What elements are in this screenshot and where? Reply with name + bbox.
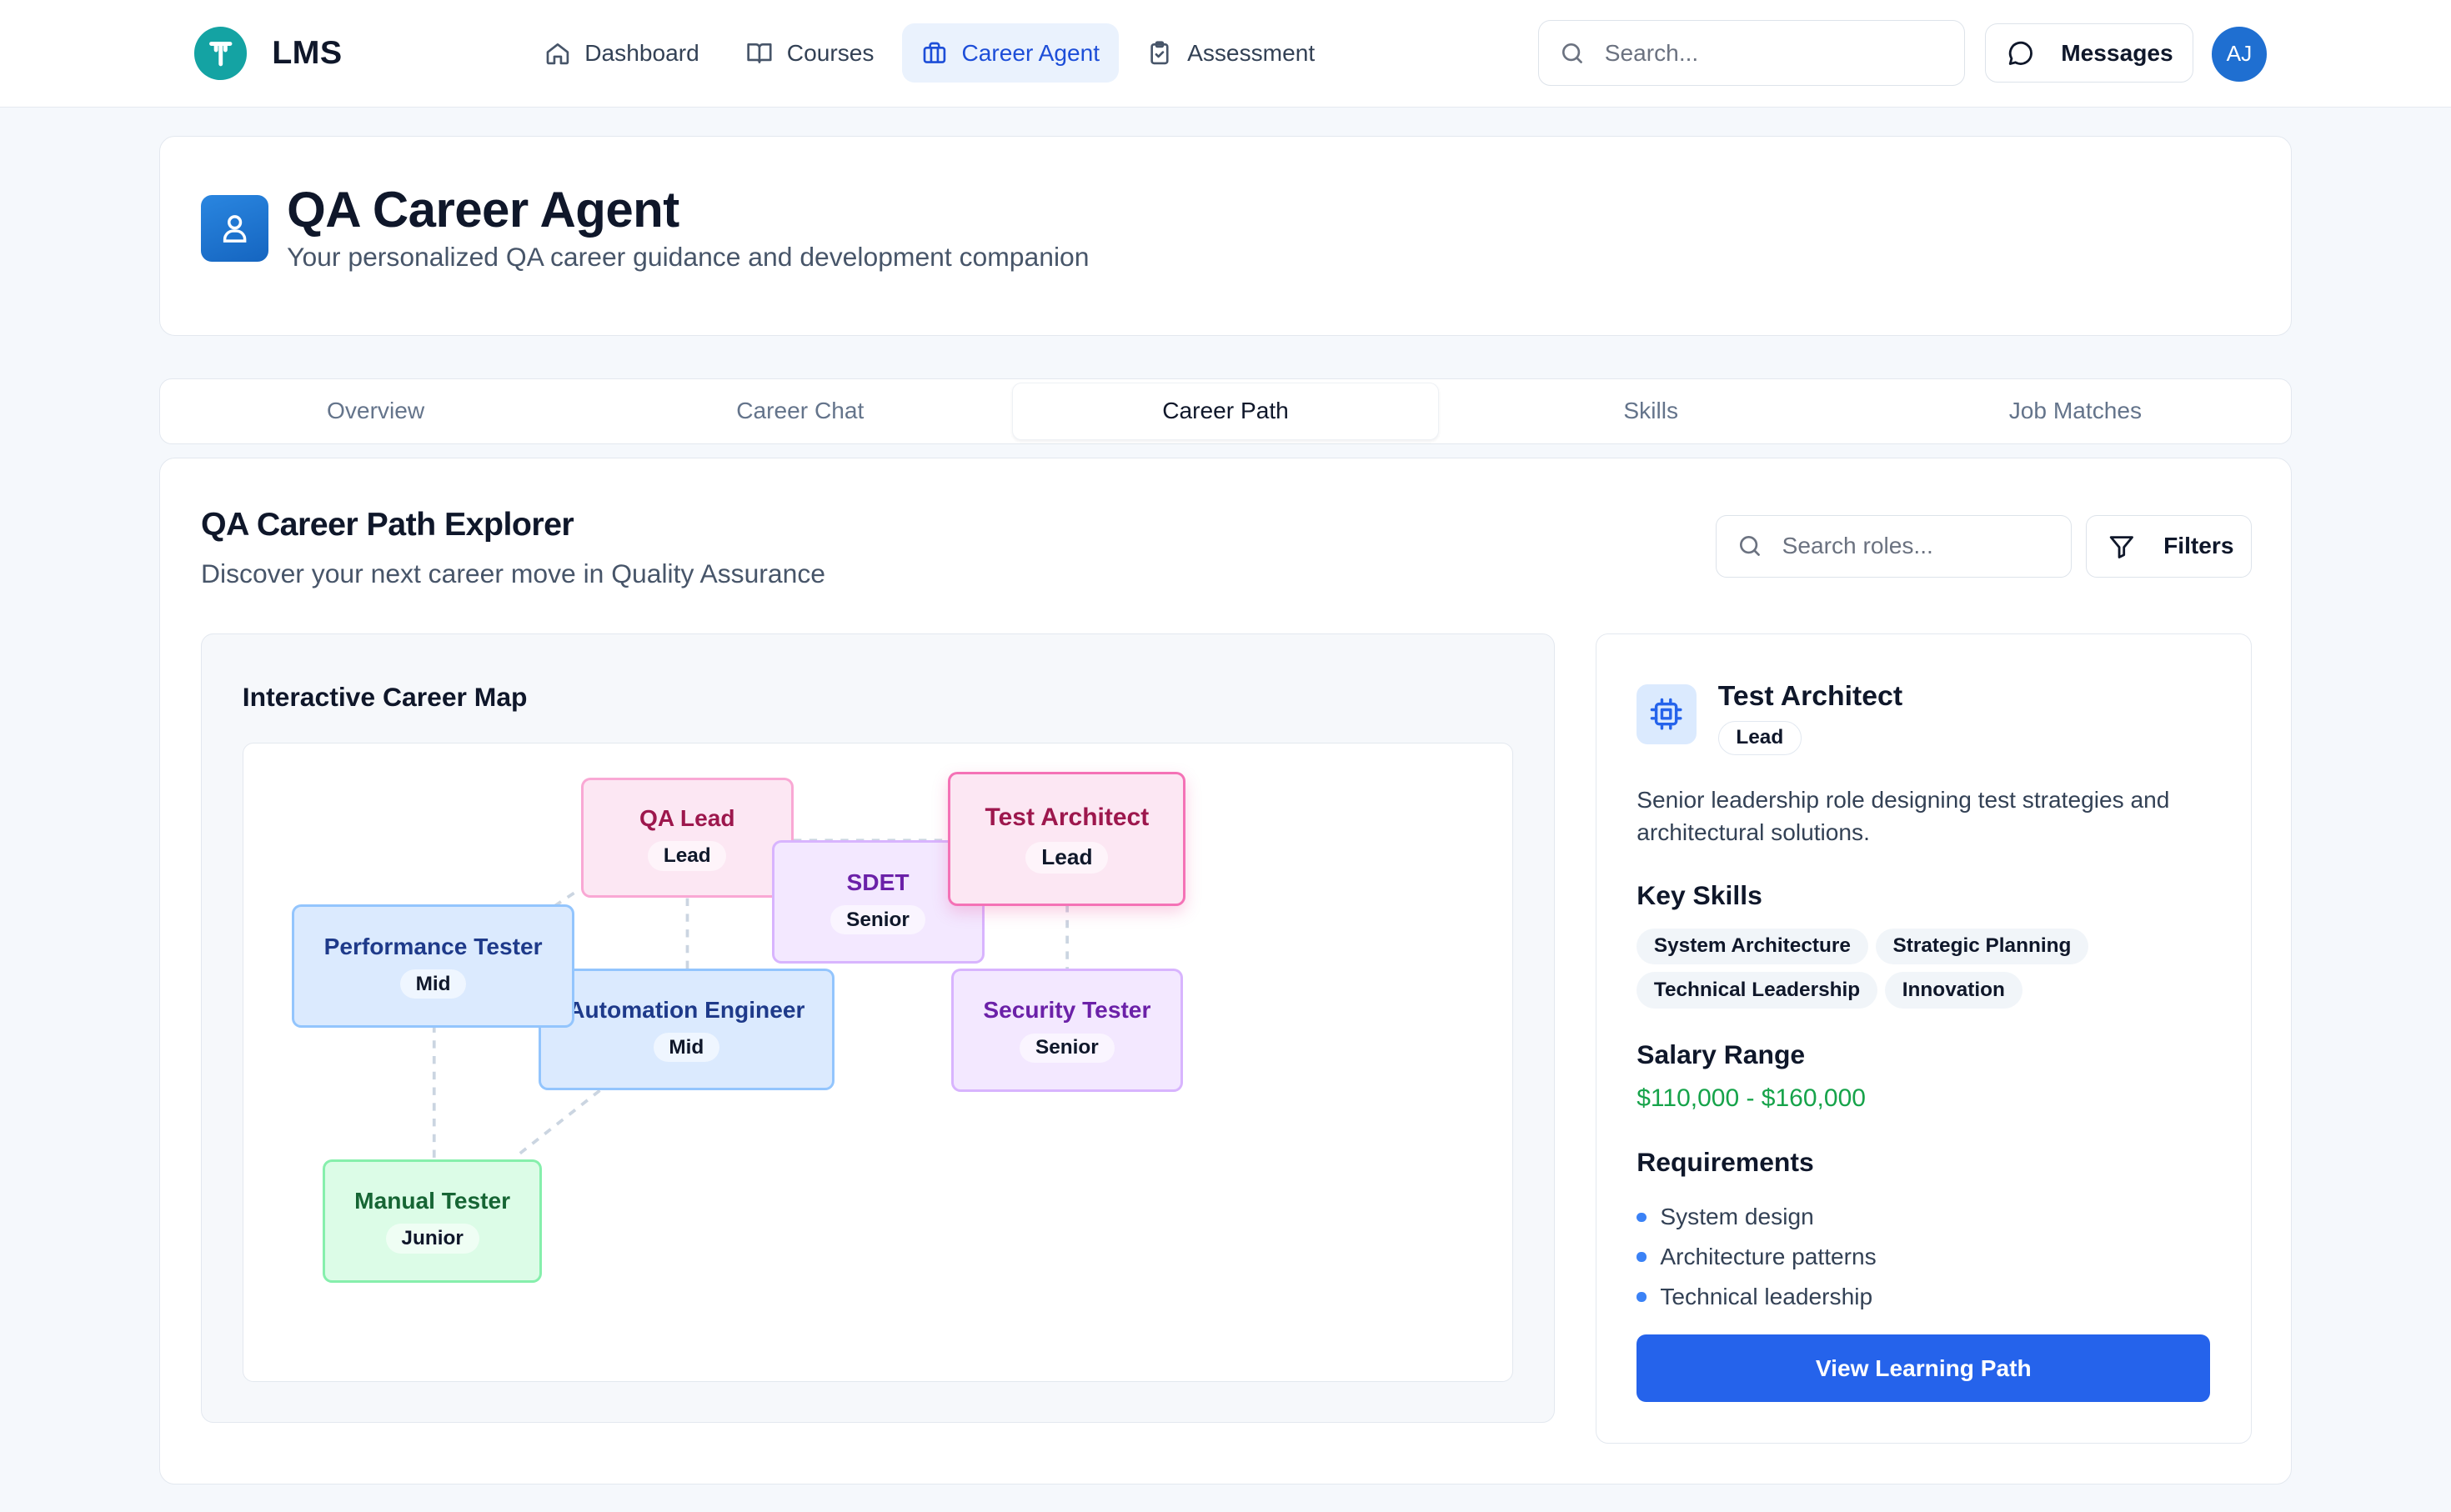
message-circle-icon	[2008, 41, 2032, 65]
nav-label: Career Agent	[961, 39, 1100, 66]
briefcase-icon	[923, 42, 945, 63]
skill-chip: System Architecture	[1637, 928, 1868, 964]
role-detail-panel: Test Architect Lead Senior leadership ro…	[1595, 633, 2252, 1444]
filters-label: Filters	[2163, 533, 2234, 559]
tab-overview[interactable]: Overview	[163, 383, 588, 440]
career-map-title: Interactive Career Map	[242, 681, 528, 712]
role-node-level: Lead	[648, 841, 727, 871]
list-item: System design	[1637, 1197, 1876, 1237]
filter-icon	[2109, 535, 2133, 558]
connector-line	[553, 889, 579, 908]
role-node-title: SDET	[846, 869, 910, 895]
tab-career-chat[interactable]: Career Chat	[588, 383, 1012, 440]
skills-list: System Architecture Strategic Planning T…	[1637, 928, 2215, 1009]
search-icon	[1740, 536, 1761, 557]
global-search-input[interactable]	[1604, 39, 1917, 67]
user-avatar[interactable]: AJ	[2212, 26, 2267, 82]
chip-icon	[1637, 684, 1697, 744]
role-node-title: QA Lead	[639, 804, 735, 831]
nav-item-assessment[interactable]: Assessment	[1128, 23, 1334, 83]
page-subtitle: Your personalized QA career guidance and…	[287, 241, 1090, 272]
messages-label: Messages	[2061, 39, 2173, 66]
role-node-security-tester[interactable]: Security Tester Senior	[951, 968, 1183, 1092]
top-navigation-bar: LMS Dashboard Courses Career Agent Asses…	[0, 0, 2451, 108]
brand-name: LMS	[272, 34, 343, 72]
role-node-test-architect[interactable]: Test Architect Lead	[948, 771, 1186, 906]
role-node-level: Junior	[385, 1224, 479, 1254]
role-node-performance-tester[interactable]: Performance Tester Mid	[291, 904, 575, 1028]
nav-label: Dashboard	[584, 39, 699, 66]
salary-range: $110,000 - $160,000	[1637, 1084, 1866, 1113]
list-item: Architecture patterns	[1637, 1237, 1877, 1277]
list-item: Technical leadership	[1637, 1277, 1876, 1317]
book-icon	[747, 43, 772, 63]
nav-label: Courses	[786, 39, 875, 66]
career-map-panel: Interactive Career Map QA Lead Lead SDET…	[201, 633, 1555, 1424]
role-node-level: Senior	[1020, 1033, 1115, 1064]
role-detail-title: Test Architect	[1717, 679, 1903, 712]
filters-button[interactable]: Filters	[2086, 514, 2252, 578]
user-icon	[201, 194, 268, 263]
role-node-title: Test Architect	[985, 804, 1150, 832]
requirements-list: System design Architecture patterns Tech…	[1637, 1197, 1877, 1317]
role-node-title: Security Tester	[983, 997, 1151, 1024]
requirement-text: System design	[1660, 1204, 1814, 1230]
connector-line	[517, 1089, 601, 1156]
page-title: QA Career Agent	[287, 181, 679, 238]
role-node-level: Senior	[830, 904, 925, 935]
main-nav: Dashboard Courses Career Agent Assessmen…	[525, 23, 1334, 83]
role-level-badge: Lead	[1717, 720, 1802, 755]
salary-heading: Salary Range	[1637, 1039, 1806, 1069]
role-node-manual-tester[interactable]: Manual Tester Junior	[323, 1159, 542, 1283]
role-description: Senior leadership role designing test st…	[1637, 786, 2170, 845]
bullet-icon	[1637, 1252, 1647, 1262]
role-node-level: Mid	[653, 1032, 720, 1063]
role-node-title: Performance Tester	[323, 933, 543, 959]
search-icon	[1562, 43, 1583, 63]
requirements-heading: Requirements	[1637, 1147, 1814, 1178]
clipboard-icon	[1150, 41, 1169, 65]
role-node-title: Automation Engineer	[568, 996, 805, 1023]
skill-chip: Technical Leadership	[1637, 972, 1877, 1009]
role-node-title: Manual Tester	[354, 1188, 511, 1214]
requirement-text: Architecture patterns	[1660, 1244, 1877, 1270]
section-subtitle: Discover your next career move in Qualit…	[201, 558, 826, 589]
role-node-qa-lead[interactable]: QA Lead Lead	[580, 778, 794, 899]
nav-item-dashboard[interactable]: Dashboard	[525, 23, 718, 83]
role-node-level: Lead	[1025, 841, 1109, 874]
bullet-icon	[1637, 1212, 1647, 1222]
skill-chip: Strategic Planning	[1875, 928, 2089, 964]
role-node-level: Mid	[399, 969, 467, 999]
career-map-canvas[interactable]: QA Lead Lead SDET Senior Automation Engi…	[242, 742, 1514, 1382]
section-title: QA Career Path Explorer	[201, 505, 574, 543]
role-search[interactable]	[1715, 514, 2073, 578]
nav-item-career-agent[interactable]: Career Agent	[902, 23, 1119, 83]
nav-item-courses[interactable]: Courses	[728, 23, 893, 83]
home-icon	[546, 43, 569, 65]
career-map-connectors	[432, 839, 1069, 1159]
messages-button[interactable]: Messages	[1985, 23, 2193, 83]
brand[interactable]: LMS	[193, 26, 343, 80]
tab-skills[interactable]: Skills	[1439, 383, 1863, 440]
page-header-card: QA Career Agent Your personalized QA car…	[159, 136, 2292, 337]
tab-job-matches[interactable]: Job Matches	[1863, 383, 2288, 440]
tab-career-path[interactable]: Career Path	[1012, 382, 1439, 440]
career-path-explorer: QA Career Path Explorer Discover your ne…	[159, 458, 2292, 1485]
bullet-icon	[1637, 1292, 1647, 1302]
skills-heading: Key Skills	[1637, 879, 1762, 910]
brand-logo-icon	[193, 26, 248, 80]
role-node-automation-engineer[interactable]: Automation Engineer Mid	[539, 968, 835, 1090]
avatar-initials: AJ	[2226, 41, 2253, 67]
role-search-input[interactable]	[1782, 533, 2048, 560]
global-search[interactable]	[1538, 20, 1965, 87]
nav-label: Assessment	[1187, 39, 1316, 66]
skill-chip: Innovation	[1885, 972, 2022, 1009]
requirement-text: Technical leadership	[1660, 1283, 1873, 1309]
view-learning-path-button[interactable]: View Learning Path	[1637, 1334, 2211, 1402]
career-tabs: Overview Career Chat Career Path Skills …	[159, 378, 2292, 444]
